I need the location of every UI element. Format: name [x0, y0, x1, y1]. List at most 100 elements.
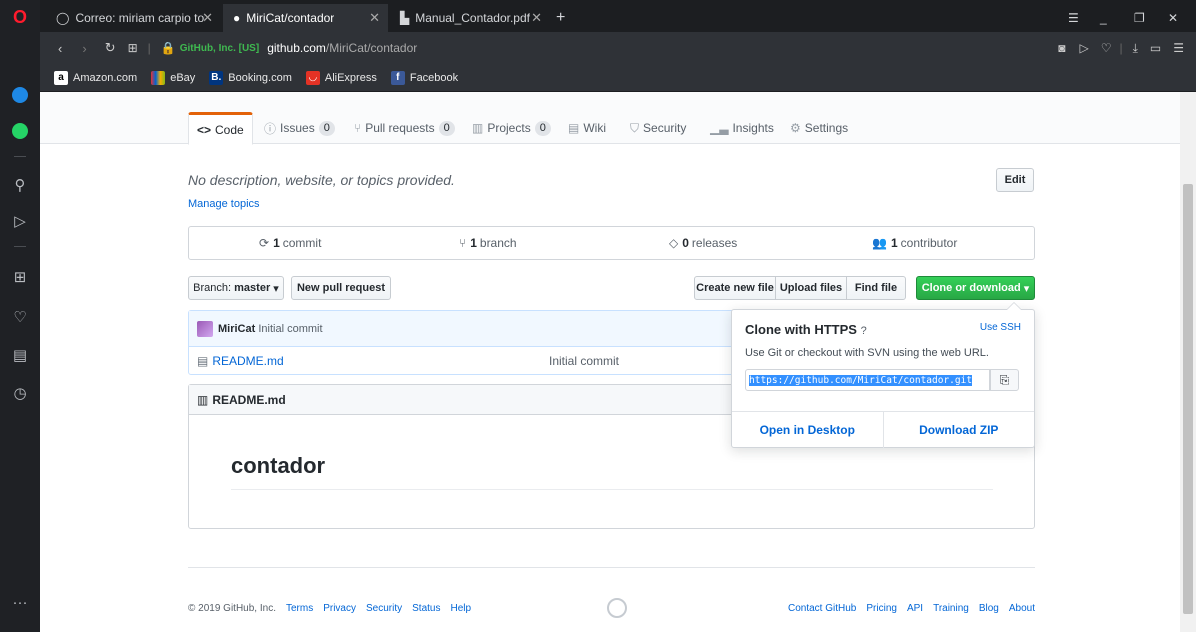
new-tab-icon[interactable]: + [552, 4, 576, 32]
history-icon: ⟳ [259, 236, 270, 250]
browser-sidebar: O ⚲ ▷ ⊞ ♡ ▤ ◷ ··· [0, 0, 40, 632]
forward-icon[interactable]: › [82, 41, 86, 56]
url-input[interactable]: github.com/MiriCat/contador [267, 41, 417, 55]
minimize-icon[interactable]: _ [1090, 4, 1117, 32]
tab-github[interactable]: ● MiriCat/contador ✕ [223, 4, 388, 32]
tab-insights[interactable]: ▁▃ Insights [702, 112, 782, 144]
repo-nav: <> Code ⓘ Issues 0 ⑂ Pull requests 0 ▥ Project… [40, 92, 1180, 145]
bookmark-amazon[interactable]: a Amazon.com [54, 70, 137, 85]
tab-projects[interactable]: ▥ Projects 0 [464, 112, 559, 144]
commit-message[interactable]: Initial commit [258, 323, 322, 335]
download-icon[interactable]: ⤓ [1133, 41, 1138, 56]
file-link-readme[interactable]: README.md [212, 354, 283, 368]
question-icon[interactable]: ? [861, 325, 867, 337]
pull-request-icon: ⑂ [354, 121, 362, 135]
speed-dial-icon[interactable]: ⊞ [128, 41, 138, 55]
flow-send-icon[interactable]: ▷ [1079, 41, 1088, 55]
footer-link-terms[interactable]: Terms [286, 603, 313, 614]
file-icon: ▤ [197, 354, 209, 368]
footer-link-blog[interactable]: Blog [979, 603, 999, 614]
bookmarks-bar: a Amazon.com eBay B. Booking.com ◡ AliExpre… [40, 64, 1196, 92]
clipboard-icon[interactable]: ⎘ [990, 369, 1019, 391]
reload-icon[interactable]: ↻ [105, 40, 116, 56]
avatar[interactable] [197, 320, 213, 337]
tab-menu-icon[interactable]: ☰ [1058, 4, 1089, 32]
whatsapp-icon[interactable] [0, 116, 40, 146]
battery-icon[interactable]: ▭ [1150, 41, 1161, 55]
footer-link-api[interactable]: API [907, 603, 923, 614]
footer-link-privacy[interactable]: Privacy [323, 603, 356, 614]
speed-dial-icon[interactable]: ⊞ [0, 262, 40, 292]
upload-files-button[interactable]: Upload files [775, 276, 847, 300]
close-icon[interactable]: ✕ [202, 10, 213, 26]
tab-pull-requests[interactable]: ⑂ Pull requests 0 [346, 112, 463, 144]
tab-code[interactable]: <> Code [188, 112, 253, 145]
github-icon: ● [233, 11, 241, 25]
footer-link-status[interactable]: Status [412, 603, 440, 614]
scrollbar-thumb[interactable] [1183, 184, 1193, 614]
repo-description: No description, website, or topics provi… [188, 172, 455, 188]
branch-select[interactable]: Branch: master ▾ [188, 276, 284, 300]
bookmarks-heart-icon[interactable]: ♡ [0, 302, 40, 332]
close-icon[interactable]: ✕ [369, 10, 380, 26]
booking-icon: B. [209, 70, 224, 85]
file-commit-message[interactable]: Initial commit [549, 354, 619, 368]
clone-or-download-button[interactable]: Clone or download ▾ [916, 276, 1035, 300]
open-in-desktop-button[interactable]: Open in Desktop [732, 412, 884, 448]
tab-settings[interactable]: ⚙ Settings [782, 112, 856, 144]
code-icon: <> [197, 122, 212, 137]
footer-link-help[interactable]: Help [450, 603, 471, 614]
maximize-icon[interactable]: ❐ [1124, 4, 1155, 32]
footer-link-pricing[interactable]: Pricing [866, 603, 897, 614]
new-pull-request-button[interactable]: New pull request [291, 276, 391, 300]
tab-issues[interactable]: ⓘ Issues 0 [256, 112, 343, 144]
heart-icon[interactable]: ♡ [1101, 41, 1112, 55]
tab-wiki[interactable]: ▤ Wiki [560, 112, 614, 144]
opera-logo-icon[interactable]: O [0, 2, 40, 32]
bookmark-booking[interactable]: B. Booking.com [209, 70, 292, 85]
tab-security[interactable]: ⛉ Security [622, 112, 694, 144]
snapshot-icon[interactable]: ◙ [1058, 41, 1065, 55]
history-icon[interactable]: ◷ [0, 378, 40, 408]
commits-link[interactable]: ⟳ 1 commit [259, 236, 321, 250]
news-icon[interactable]: ▤ [0, 340, 40, 370]
create-new-file-button[interactable]: Create new file [694, 276, 776, 300]
footer-link-contact[interactable]: Contact GitHub [788, 603, 856, 614]
tab-correo[interactable]: ◯ Correo: miriam carpio toler ✕ [46, 4, 221, 32]
wiki-icon: ▤ [568, 121, 580, 135]
flow-icon[interactable]: ▷ [0, 206, 40, 236]
edit-button[interactable]: Edit [996, 168, 1034, 192]
more-icon[interactable]: ··· [0, 587, 40, 617]
close-icon[interactable]: ✕ [531, 10, 542, 26]
releases-link[interactable]: ◇ 0 releases [669, 236, 737, 250]
footer-link-security[interactable]: Security [366, 603, 402, 614]
commit-author[interactable]: MiriCat [218, 323, 255, 335]
clone-dropdown: Clone with HTTPS ? Use SSH Use Git or ch… [731, 302, 1035, 448]
tab-manual-pdf[interactable]: ▙ Manual_Contador.pdf ✕ [390, 4, 550, 32]
clone-url-input[interactable]: https://github.com/MiriCat/contador.git [745, 369, 990, 391]
use-ssh-link[interactable]: Use SSH [980, 322, 1021, 333]
project-icon: ▥ [472, 121, 484, 135]
manage-topics-link[interactable]: Manage topics [188, 198, 260, 210]
branch-icon: ⑂ [459, 236, 467, 250]
download-zip-button[interactable]: Download ZIP [884, 412, 1035, 448]
branches-link[interactable]: ⑂ 1 branch [459, 236, 517, 250]
messenger-icon[interactable] [0, 80, 40, 110]
footer-link-about[interactable]: About [1009, 603, 1035, 614]
footer-link-training[interactable]: Training [933, 603, 969, 614]
bookmark-aliexpress[interactable]: ◡ AliExpress [305, 70, 377, 85]
clone-hint: Use Git or checkout with SVN using the w… [745, 347, 989, 359]
search-icon[interactable]: ⚲ [0, 170, 40, 200]
window-close-icon[interactable]: ✕ [1158, 4, 1188, 32]
bookmark-facebook[interactable]: f Facebook [390, 70, 458, 85]
page-scrollbar[interactable] [1180, 92, 1196, 632]
shield-icon: ⛉ [630, 120, 640, 135]
contributors-link[interactable]: 👥 1 contributor [872, 236, 957, 250]
github-mark-icon[interactable] [607, 598, 627, 618]
find-file-button[interactable]: Find file [846, 276, 906, 300]
bookmark-ebay[interactable]: eBay [151, 70, 195, 85]
certificate-label[interactable]: GitHub, Inc. [US] [180, 43, 259, 54]
easy-setup-icon[interactable]: ☰ [1173, 41, 1184, 55]
back-icon[interactable]: ‹ [58, 41, 62, 56]
ebay-icon [151, 70, 166, 85]
